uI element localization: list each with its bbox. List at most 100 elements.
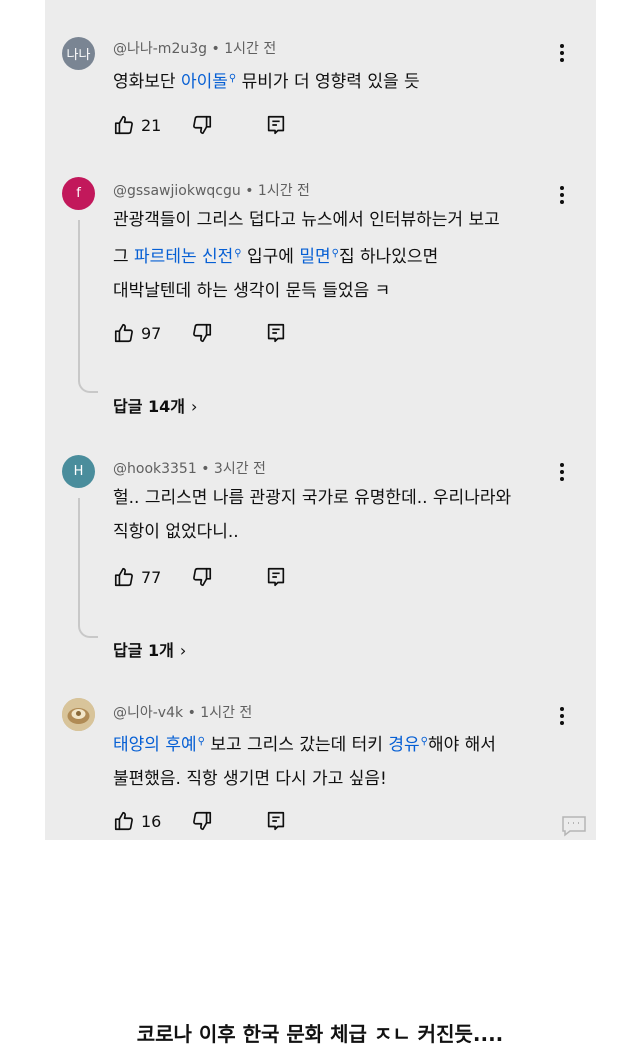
- thumbs-down-icon: [193, 115, 212, 135]
- comment-actions: 21: [113, 114, 413, 140]
- thumbs-down-icon: [193, 811, 212, 831]
- comment-line: 대박날텐데 하는 생각이 문득 들었음 ㅋ: [113, 274, 500, 308]
- comment-time: 3시간 전: [213, 461, 266, 477]
- thumbs-down-icon: [193, 323, 212, 343]
- view-replies-button[interactable]: 답글 1개 ›: [113, 637, 186, 661]
- comment-handle[interactable]: @니아-v4k: [113, 705, 183, 721]
- like-count: 16: [141, 811, 162, 831]
- comment-text: 관광객들이 그리스 덥다고 뉴스에서 인터뷰하는거 보고: [113, 210, 500, 230]
- reply-icon: [267, 567, 285, 587]
- comment-line: 직항이 없었다니..: [113, 515, 511, 549]
- comment-text: 입구에: [241, 247, 300, 267]
- comment-line: 헐.. 그리스면 나름 관광지 국가로 유명한데.. 우리나라와: [113, 481, 511, 515]
- like-count: 97: [141, 323, 162, 343]
- more-vertical-icon[interactable]: [555, 462, 569, 482]
- like-count: 21: [141, 115, 162, 135]
- avatar-initials: H: [73, 464, 84, 479]
- comment-text: 그: [113, 247, 135, 267]
- comment-text: 불편했음. 직항 생기면 다시 가고 싶음!: [113, 769, 387, 789]
- caption-text: 코로나 이후 한국 문화 체급 ㅈㄴ 커진듯....: [136, 1022, 504, 1046]
- avatar[interactable]: [62, 698, 95, 731]
- comment-text: 뮤비가 더 영향력 있을 듯: [236, 72, 420, 92]
- search-link[interactable]: 밀면: [299, 247, 330, 267]
- view-replies-button[interactable]: 답글 14개 ›: [113, 393, 197, 417]
- comment-actions: 97: [113, 322, 413, 348]
- comment-handle[interactable]: @나나-m2u3g: [113, 41, 207, 57]
- comment-meta: @나나-m2u3g • 1시간 전: [113, 41, 277, 57]
- comment-text: 헐.. 그리스면 나름 관광지 국가로 유명한데.. 우리나라와: [113, 488, 512, 508]
- chevron-right-icon: ›: [179, 641, 187, 660]
- like-button[interactable]: 97: [113, 322, 161, 344]
- avatar-initials: 나나: [66, 48, 91, 63]
- comment-text: 해야 해서: [427, 735, 496, 755]
- thread-line: [78, 498, 98, 638]
- more-vertical-icon[interactable]: [555, 185, 569, 205]
- search-icon: ⚲: [234, 248, 242, 259]
- dislike-button[interactable]: [191, 566, 213, 588]
- replies-label: 답글 1개: [113, 641, 174, 660]
- avatar[interactable]: H: [62, 455, 95, 488]
- comment-text: 집 하나있으면: [338, 247, 439, 267]
- avatar-initials: f: [76, 186, 81, 201]
- like-button[interactable]: 77: [113, 566, 161, 588]
- comment-line: 불편했음. 직항 생기면 다시 가고 싶음!: [113, 762, 496, 796]
- dislike-button[interactable]: [191, 114, 213, 136]
- reply-button[interactable]: [265, 810, 287, 832]
- reply-button[interactable]: [265, 322, 287, 344]
- comment-meta: @gssawjiokwqcgu • 1시간 전: [113, 183, 310, 199]
- avatar[interactable]: 나나: [62, 37, 95, 70]
- search-link[interactable]: 경유: [388, 735, 419, 755]
- thumbs-up-icon: [114, 811, 133, 831]
- reply-button[interactable]: [265, 114, 287, 136]
- comment-handle[interactable]: @gssawjiokwqcgu: [113, 183, 241, 199]
- more-vertical-icon[interactable]: [555, 706, 569, 726]
- comment-meta: @hook3351 • 3시간 전: [113, 461, 266, 477]
- search-icon: ⚲: [197, 736, 205, 747]
- thumbs-up-icon: [114, 323, 133, 343]
- comment-time: 1시간 전: [257, 183, 310, 199]
- search-link[interactable]: 아이돌: [181, 72, 228, 92]
- comment-text: 대박날텐데 하는 생각이 문득 들었음 ㅋ: [113, 281, 391, 301]
- comments-screenshot: 나나 @나나-m2u3g • 1시간 전 영화보단 아이돌⚲ 뮤비가 더 영향력…: [45, 0, 596, 840]
- chevron-right-icon: ›: [191, 397, 198, 416]
- like-button[interactable]: 21: [113, 114, 161, 136]
- reply-button[interactable]: [265, 566, 287, 588]
- reply-icon: [267, 115, 285, 135]
- comment-time: 1시간 전: [224, 41, 277, 57]
- thread-line: [78, 220, 98, 393]
- reply-icon: [267, 323, 285, 343]
- search-link[interactable]: 태양의 후예: [113, 735, 197, 755]
- comment-handle[interactable]: @hook3351: [113, 461, 197, 477]
- comment-body: 태양의 후예⚲ 보고 그리스 갔는데 터키 경유⚲해야 해서 불편했음. 직항 생…: [113, 725, 496, 796]
- comment-text: 직항이 없었다니..: [113, 522, 239, 542]
- comment-line: 그 파르테논 신전⚲ 입구에 밀면⚲집 하나있으면: [113, 237, 500, 274]
- comment-body: 관광객들이 그리스 덥다고 뉴스에서 인터뷰하는거 보고 그 파르테논 신전⚲ 입…: [113, 203, 500, 308]
- comment-body: 헐.. 그리스면 나름 관광지 국가로 유명한데.. 우리나라와직항이 없었다니…: [113, 481, 511, 549]
- like-button[interactable]: 16: [113, 810, 161, 832]
- replies-label: 답글 14개: [113, 397, 185, 416]
- search-icon: ⚲: [331, 248, 339, 259]
- comment-time: 1시간 전: [200, 705, 253, 721]
- thumbs-up-icon: [114, 115, 133, 135]
- reply-icon: [267, 811, 285, 831]
- thumbs-up-icon: [114, 567, 133, 587]
- comment-line: 관광객들이 그리스 덥다고 뉴스에서 인터뷰하는거 보고: [113, 203, 500, 237]
- comment-meta: @니아-v4k • 1시간 전: [113, 705, 253, 721]
- comment-line: 영화보단 아이돌⚲ 뮤비가 더 영향력 있을 듯: [113, 62, 420, 99]
- comment-line: 태양의 후예⚲ 보고 그리스 갔는데 터키 경유⚲해야 해서: [113, 725, 496, 762]
- more-vertical-icon[interactable]: [555, 43, 569, 63]
- thumbs-down-icon: [193, 567, 212, 587]
- comment-actions: 16: [113, 810, 413, 836]
- search-link[interactable]: 파르테논 신전: [134, 247, 233, 267]
- comment-text: 보고 그리스 갔는데 터키: [204, 735, 389, 755]
- comment-body: 영화보단 아이돌⚲ 뮤비가 더 영향력 있을 듯: [113, 62, 420, 99]
- avatar-image: [62, 698, 95, 731]
- comment-text: 영화보단: [113, 72, 181, 92]
- chat-bubble-icon[interactable]: [561, 815, 587, 837]
- comment-actions: 77: [113, 566, 413, 592]
- avatar[interactable]: f: [62, 177, 95, 210]
- like-count: 77: [141, 567, 162, 587]
- search-icon: ⚲: [420, 736, 428, 747]
- dislike-button[interactable]: [191, 322, 213, 344]
- dislike-button[interactable]: [191, 810, 213, 832]
